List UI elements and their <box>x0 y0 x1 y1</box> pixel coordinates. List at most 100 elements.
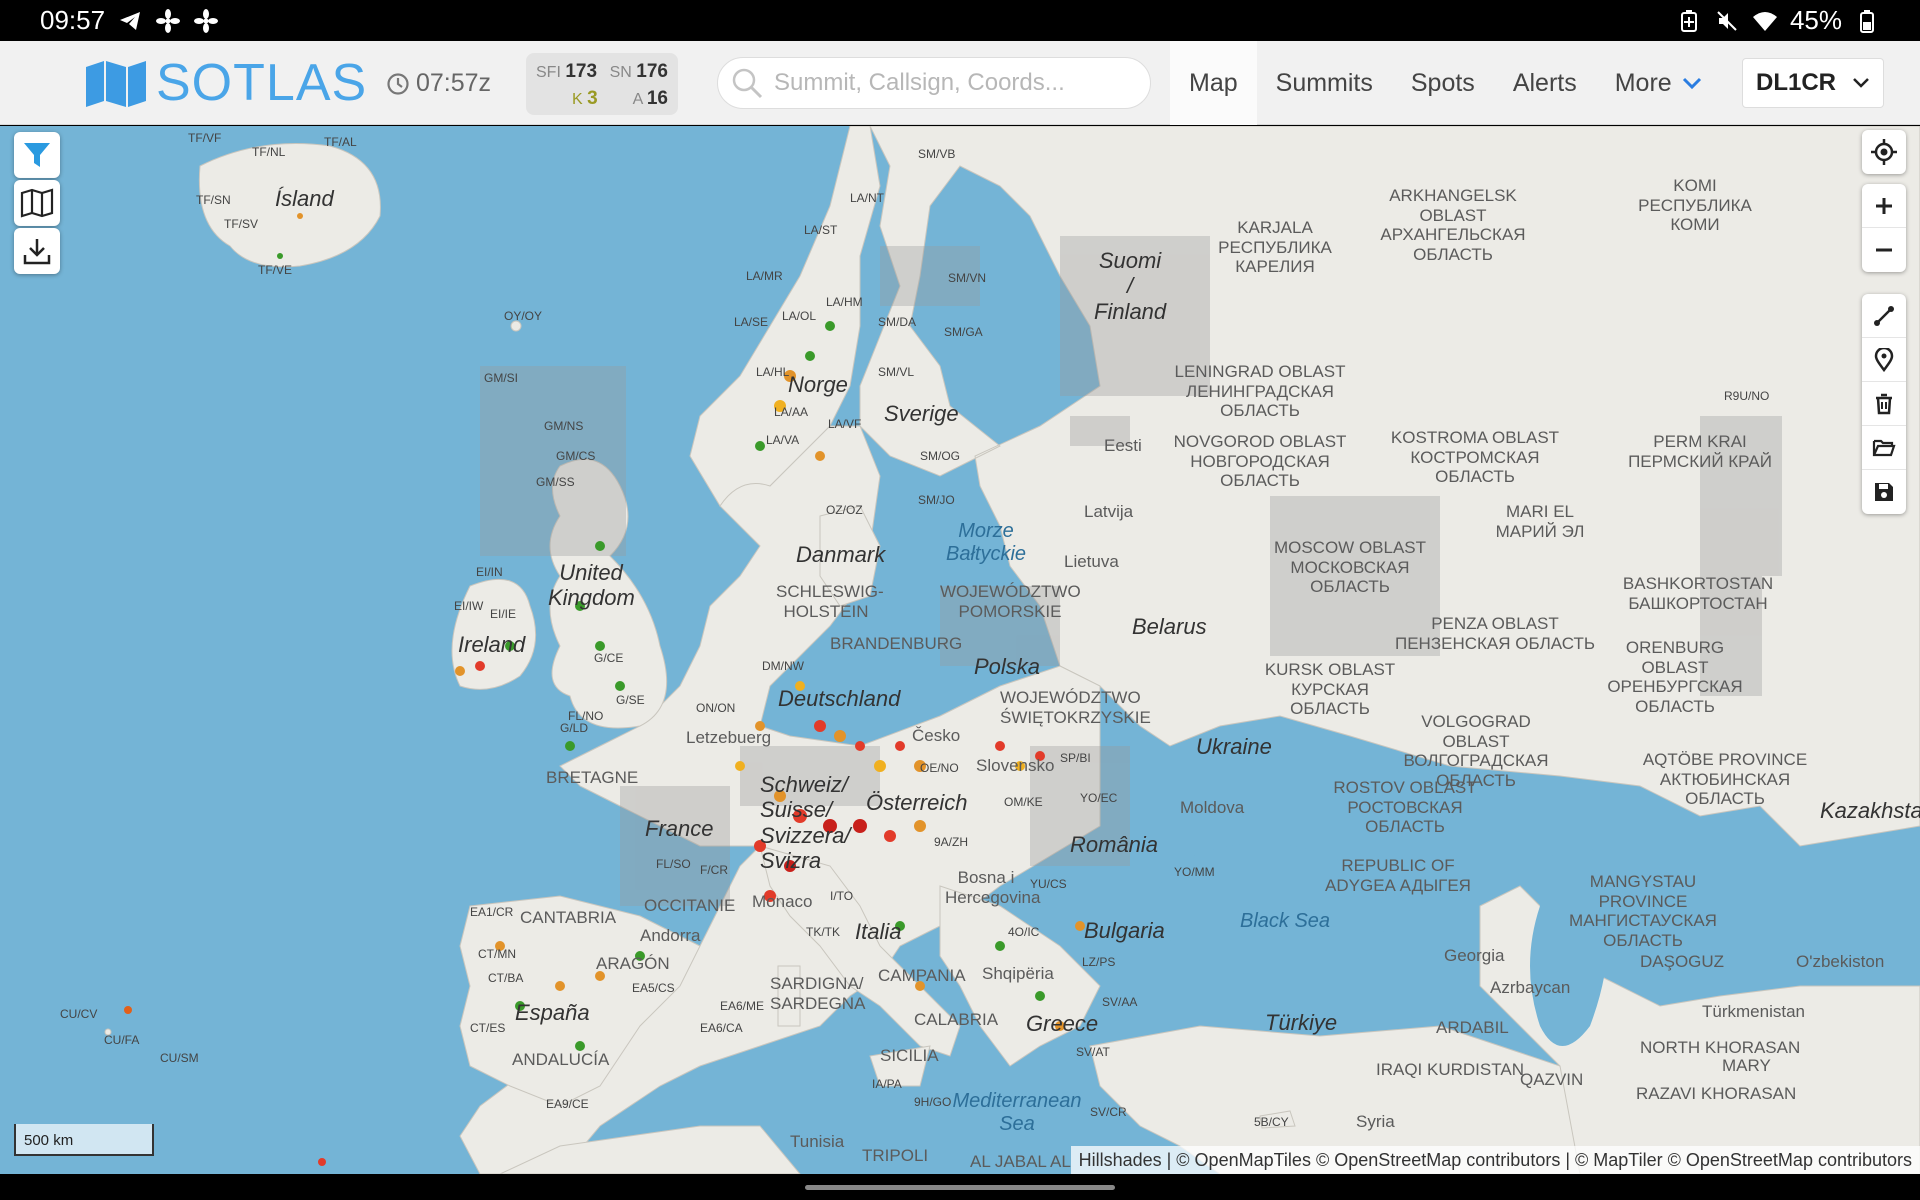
open-file-button[interactable] <box>1862 426 1906 470</box>
filter-icon <box>24 143 50 167</box>
label-association: LZ/PS <box>1082 955 1116 969</box>
nav-summits[interactable]: Summits <box>1257 41 1392 125</box>
draw-point-button[interactable] <box>1862 338 1906 382</box>
label-association: TF/SV <box>224 217 259 231</box>
label-region: MARI EL МАРИЙ ЭЛ <box>1495 502 1585 541</box>
label-association: TK/TK <box>806 925 841 939</box>
battery-icon <box>1854 8 1880 34</box>
label-region: BRETAGNE <box>546 768 639 787</box>
utc-clock: 07:57z <box>386 69 491 98</box>
label-association: G/CE <box>594 651 624 665</box>
label-country: Bulgaria <box>1084 918 1165 943</box>
solar-conditions[interactable]: SFI 173 SN 176 K 3 A 16 <box>526 53 678 115</box>
nav-more-label: More <box>1614 68 1672 97</box>
label-association: EI/IW <box>454 599 484 613</box>
label-association: OE/NO <box>920 761 959 775</box>
label-association: EI/IE <box>490 607 517 621</box>
label-country: Ireland <box>458 632 526 657</box>
label-country: Syria <box>1356 1112 1395 1131</box>
label-country: Bosna i Hercegovina <box>945 868 1041 907</box>
label-region: AL JABAL AL <box>970 1152 1071 1171</box>
label-association: G/LD <box>560 721 589 735</box>
label-region: KOMI РЕСПУБЛИКА КОМИ <box>1638 176 1752 235</box>
label-country: Tunisia <box>790 1132 845 1151</box>
battery-percent: 45% <box>1789 5 1842 35</box>
label-association: SM/OG <box>920 449 961 463</box>
wifi-icon <box>1752 8 1778 34</box>
sn-value: 176 <box>636 61 668 82</box>
draw-line-button[interactable] <box>1862 294 1906 338</box>
label-association: FL/SO <box>656 857 691 871</box>
label-country: Georgia <box>1444 946 1505 965</box>
label-country: Sverige <box>884 401 959 426</box>
zoom-out-button[interactable] <box>1862 228 1906 272</box>
label-association: SV/AT <box>1076 1045 1110 1059</box>
label-region: MOSCOW OBLAST МОСКОВСКАЯ ОБЛАСТЬ <box>1273 538 1427 597</box>
search-input[interactable] <box>774 69 1134 97</box>
search-box[interactable] <box>717 57 1151 109</box>
mute-icon <box>1714 8 1740 34</box>
label-country: Andorra <box>640 926 701 945</box>
nav-more[interactable]: More <box>1596 41 1721 125</box>
clock-icon <box>387 72 409 95</box>
draw-control <box>1862 294 1906 514</box>
map-layers-button[interactable] <box>14 180 60 226</box>
label-association: SM/DA <box>878 315 917 329</box>
label-country: Eesti <box>1104 436 1142 455</box>
label-association: LA/HL <box>756 365 790 379</box>
utc-time: 07:57z <box>416 69 492 97</box>
label-region: BRANDENBURG <box>830 634 963 653</box>
nav-alerts-label: Alerts <box>1512 68 1577 97</box>
label-association: EA5/CS <box>632 981 675 995</box>
logo[interactable]: SOTLAS <box>84 57 367 109</box>
logo-text: SOTLAS <box>156 54 368 112</box>
nav-spots[interactable]: Spots <box>1392 41 1494 125</box>
label-association: TF/SN <box>196 193 231 207</box>
k-value: 3 <box>587 88 598 109</box>
map-canvas[interactable]: Ísland Norge Sverige Suomi / Finland Uni… <box>0 126 1920 1174</box>
label-association: SP/BI <box>1060 751 1091 765</box>
label-country: Schweiz/ Suisse/ Svizzera/ Svizra <box>760 772 851 873</box>
folder-open-icon <box>1872 439 1896 456</box>
label-country: Ísland <box>275 186 334 211</box>
label-region: PENZA OBLAST ПЕНЗЕНСКАЯ ОБЛАСТЬ <box>1395 614 1595 653</box>
label-association: GM/SI <box>484 371 519 385</box>
label-region: ORENBURG OBLAST ОРЕНБУРГСКАЯ ОБЛАСТЬ <box>1607 638 1743 716</box>
label-region: TRIPOLI <box>862 1146 929 1165</box>
label-association: OM/KE <box>1004 795 1043 809</box>
label-region: CAMPANIA <box>878 966 966 985</box>
sotlas-app: 09:57 45% SOTLAS 07:57z SFI 173 SN 176 K… <box>0 0 1920 1200</box>
label-region: PERM KRAI ПЕРМСКИЙ КРАЙ <box>1628 432 1772 471</box>
label-association: LA/HM <box>826 295 863 309</box>
label-region: DAŞOGUZ <box>1640 952 1725 971</box>
map-attribution: Hillshades | © OpenMapTiles © OpenStreet… <box>1070 1146 1920 1174</box>
label-region: WOJEWÓDZTWO ŚWIĘTOKRZYSKIE <box>1000 688 1151 727</box>
label-association: TF/VE <box>258 263 293 277</box>
label-region: CANTABRIA <box>520 908 617 927</box>
app-header: SOTLAS 07:57z SFI 173 SN 176 K 3 A 16 Ma… <box>0 41 1920 125</box>
sfi-value: 173 <box>565 61 598 82</box>
label-country: France <box>645 816 714 841</box>
save-icon <box>1875 483 1893 501</box>
label-country: Letzebuerg <box>686 728 772 747</box>
label-region: KURSK OBLAST КУРСКАЯ ОБЛАСТЬ <box>1264 660 1396 719</box>
a-label: A <box>632 91 643 108</box>
filter-button[interactable] <box>14 132 60 178</box>
label-association: LA/VF <box>828 417 862 431</box>
user-menu[interactable]: DL1CR <box>1742 58 1884 108</box>
label-association: F/CR <box>700 863 728 877</box>
zoom-in-button[interactable] <box>1862 184 1906 228</box>
geolocate-button[interactable] <box>1862 130 1906 174</box>
label-association: CU/FA <box>104 1033 140 1047</box>
label-country: Česko <box>912 726 961 745</box>
label-region: OCCITANIE <box>644 896 736 915</box>
save-button[interactable] <box>1862 470 1906 514</box>
label-region: ANDALUCÍA <box>512 1050 610 1069</box>
nav-alerts[interactable]: Alerts <box>1494 41 1596 125</box>
nav-spots-label: Spots <box>1410 68 1475 97</box>
download-button[interactable] <box>14 228 60 274</box>
a-value: 16 <box>646 88 668 109</box>
home-indicator[interactable] <box>805 1185 1115 1190</box>
delete-button[interactable] <box>1862 382 1906 426</box>
nav-map[interactable]: Map <box>1170 41 1257 125</box>
